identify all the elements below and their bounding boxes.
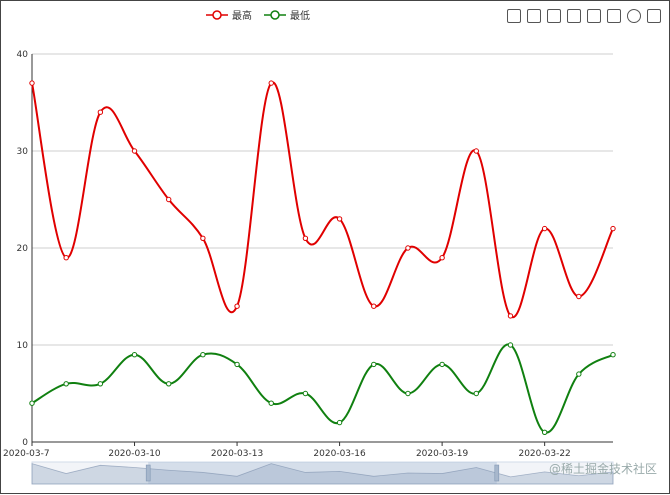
y-tick-label: 0 bbox=[22, 438, 28, 448]
data-point-high bbox=[507, 313, 514, 319]
data-point-high bbox=[29, 80, 35, 86]
data-point-low bbox=[576, 371, 582, 377]
x-tick-label: 2020-03-13 bbox=[211, 449, 263, 459]
data-point-high bbox=[234, 303, 240, 309]
data-point-low bbox=[29, 400, 35, 406]
data-point-low bbox=[405, 390, 411, 397]
x-tick-label: 2020-03-22 bbox=[518, 449, 570, 459]
zoom-handle-start bbox=[145, 464, 151, 482]
data-point-high bbox=[371, 303, 377, 309]
data-point-high bbox=[200, 235, 206, 242]
y-tick-label: 10 bbox=[17, 341, 29, 351]
series-line-high bbox=[31, 81, 614, 319]
data-point-high bbox=[576, 293, 582, 300]
data-point-high bbox=[302, 235, 309, 242]
data-point-high bbox=[336, 216, 343, 222]
x-tick-label: 2020-03-7 bbox=[3, 449, 50, 459]
x-tick-label: 2020-03-10 bbox=[108, 449, 161, 459]
data-point-low bbox=[268, 400, 274, 406]
data-point-high bbox=[541, 225, 548, 232]
data-point-low bbox=[97, 381, 104, 387]
x-tick-label: 2020-03-19 bbox=[416, 449, 469, 459]
data-point-low bbox=[166, 381, 172, 387]
data-point-high bbox=[166, 196, 172, 203]
data-point-low bbox=[439, 361, 445, 368]
data-point-high bbox=[405, 245, 411, 251]
data-point-low bbox=[302, 390, 309, 397]
grid-layer bbox=[32, 53, 613, 346]
zoom-handle-end bbox=[494, 464, 500, 482]
y-tick-label: 40 bbox=[17, 50, 29, 60]
data-point-high bbox=[131, 148, 138, 154]
data-point-high bbox=[473, 148, 479, 154]
x-tick-label: 2020-03-16 bbox=[313, 449, 366, 459]
data-point-high bbox=[439, 255, 445, 261]
data-point-low bbox=[200, 352, 206, 358]
data-point-low bbox=[610, 352, 616, 358]
data-point-low bbox=[473, 390, 479, 397]
axis-layer: 0 10 20 30 40 2020-03-7 2020-03-10 2020-03-13 20… bbox=[3, 50, 613, 459]
data-point-low bbox=[131, 352, 138, 358]
y-tick-label: 20 bbox=[17, 244, 29, 254]
chart-svg: 0 10 20 30 40 2020-03-7 2020-03-10 2020-03-13 20… bbox=[3, 50, 616, 485]
data-point-high bbox=[610, 225, 616, 232]
data-point-low bbox=[371, 361, 377, 368]
chart-frame: 最高 最低 0 10 20 30 40 2020-03-7 2020-03-10 2020-0… bbox=[0, 0, 670, 494]
watermark: @稀土掘金技术社区 bbox=[548, 462, 657, 476]
data-point-low bbox=[234, 361, 240, 368]
data-point-low bbox=[336, 419, 343, 426]
data-point-high bbox=[97, 109, 104, 115]
y-tick-label: 30 bbox=[17, 147, 29, 157]
data-point-low bbox=[507, 342, 514, 348]
data-point-high bbox=[63, 255, 69, 261]
series-layer bbox=[29, 80, 616, 435]
data-zoom-slider[interactable] bbox=[31, 461, 614, 485]
data-point-low bbox=[541, 429, 548, 435]
data-point-high bbox=[268, 80, 274, 86]
series-line-low bbox=[31, 343, 614, 434]
data-point-low bbox=[63, 381, 69, 387]
